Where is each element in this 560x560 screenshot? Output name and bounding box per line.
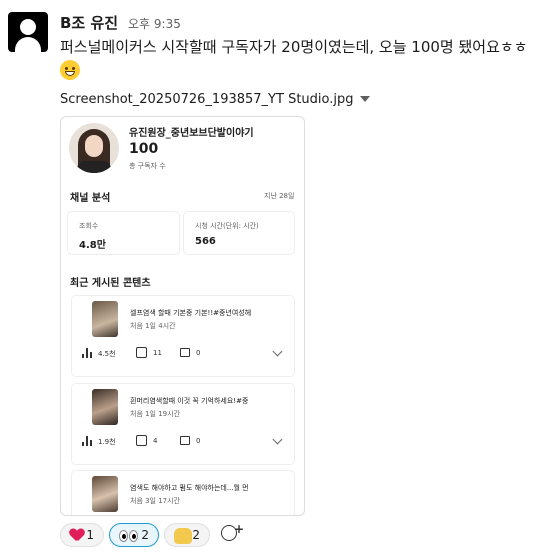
video-views: 4.5천 [98, 350, 116, 358]
comment-icon [180, 348, 190, 357]
video-item: 흰머리염색할때 이것 꼭 기억하세요!#중 처음 1일 19시간 1.9천 4 … [71, 383, 295, 465]
stat-value: 566 [195, 236, 216, 247]
bar-chart-icon [82, 348, 92, 358]
video-title: 흰머리염색할때 이것 꼭 기억하세요!#중 [130, 397, 249, 405]
stat-label: 시청 시간(단위: 시간) [195, 222, 259, 230]
stat-value: 4.8만 [79, 240, 106, 251]
message-text: 퍼스널메이커스 시작할때 구독자가 20명이였는데, 오늘 100명 됐어요ㅎㅎ [60, 35, 555, 83]
video-title: 셀프염색 할때 기본중 기본!!#중년여성헤 [130, 309, 252, 317]
video-thumbnail [92, 301, 118, 337]
grinning-sweat-face-icon [60, 60, 80, 80]
reaction-count: 1 [86, 528, 94, 542]
heart-icon [70, 529, 84, 542]
video-views: 1.9천 [98, 438, 116, 446]
comment-icon [180, 436, 190, 445]
video-subtitle: 처음 1일 19시간 [130, 410, 181, 418]
sender-avatar[interactable] [8, 12, 48, 52]
channel-profile-image [69, 123, 119, 173]
analysis-period: 지난 28일 [264, 192, 295, 200]
stat-watch-time: 시청 시간(단위: 시간) 566 [183, 211, 295, 255]
analysis-title: 채널 분석 [70, 193, 111, 204]
thumbs-up-icon [136, 435, 147, 446]
sender-name[interactable]: B조 유진 [60, 12, 118, 33]
message-time[interactable]: 오후 9:35 [128, 15, 181, 32]
thumbs-up-icon [136, 347, 147, 358]
chevron-down-icon [272, 434, 283, 445]
video-subtitle: 처음 3일 17시간 [130, 497, 181, 505]
attachment-filename[interactable]: Screenshot_20250726_193857_YT Studio.jpg [60, 92, 354, 107]
video-thumbnail [92, 476, 118, 512]
subscriber-label: 총 구독자 수 [129, 162, 166, 170]
stat-label: 조회수 [79, 222, 99, 230]
plus-icon: + [234, 522, 245, 536]
subscriber-count: 100 [129, 141, 159, 157]
video-thumbnail [92, 389, 118, 425]
eyes-icon [119, 530, 139, 542]
reaction-raised-hands[interactable]: 2 [164, 523, 210, 547]
stat-views: 조회수 4.8만 [67, 211, 180, 255]
video-stats-row: 1.9천 4 0 [82, 434, 292, 448]
bar-chart-icon [82, 436, 92, 446]
reaction-count: 2 [192, 528, 200, 542]
video-title: 염색도 해야하고 펌도 해야하는데...뭘 먼 [130, 484, 249, 492]
channel-name: 유진원장_중년보브단발이야기 [129, 128, 254, 139]
raised-hands-icon [174, 528, 192, 544]
video-comments: 0 [196, 349, 201, 357]
reaction-eyes[interactable]: 2 [109, 523, 159, 547]
reaction-count: 2 [141, 528, 149, 542]
video-subtitle: 처음 1일 4시간 [130, 322, 176, 330]
message-body: 퍼스널메이커스 시작할때 구독자가 20명이였는데, 오늘 100명 됐어요ㅎㅎ [60, 38, 528, 56]
video-likes: 11 [153, 349, 162, 357]
video-stats-row: 4.5천 11 0 [82, 346, 292, 360]
screenshot-image[interactable]: 유진원장_중년보브단발이야기 100 총 구독자 수 채널 분석 지난 28일 … [60, 116, 305, 516]
video-item: 염색도 해야하고 펌도 해야하는데...뭘 먼 처음 3일 17시간 [71, 470, 295, 515]
video-item: 셀프염색 할때 기본중 기본!!#중년여성헤 처음 1일 4시간 4.5천 11… [71, 295, 295, 377]
add-reaction-button[interactable]: + [220, 522, 245, 544]
recent-content-title: 최근 게시된 콘텐츠 [70, 278, 151, 289]
video-comments: 0 [196, 437, 201, 445]
chevron-down-icon [272, 346, 283, 357]
reaction-heart[interactable]: 1 [60, 523, 104, 547]
chevron-down-icon[interactable] [360, 96, 370, 102]
video-likes: 4 [153, 437, 158, 445]
